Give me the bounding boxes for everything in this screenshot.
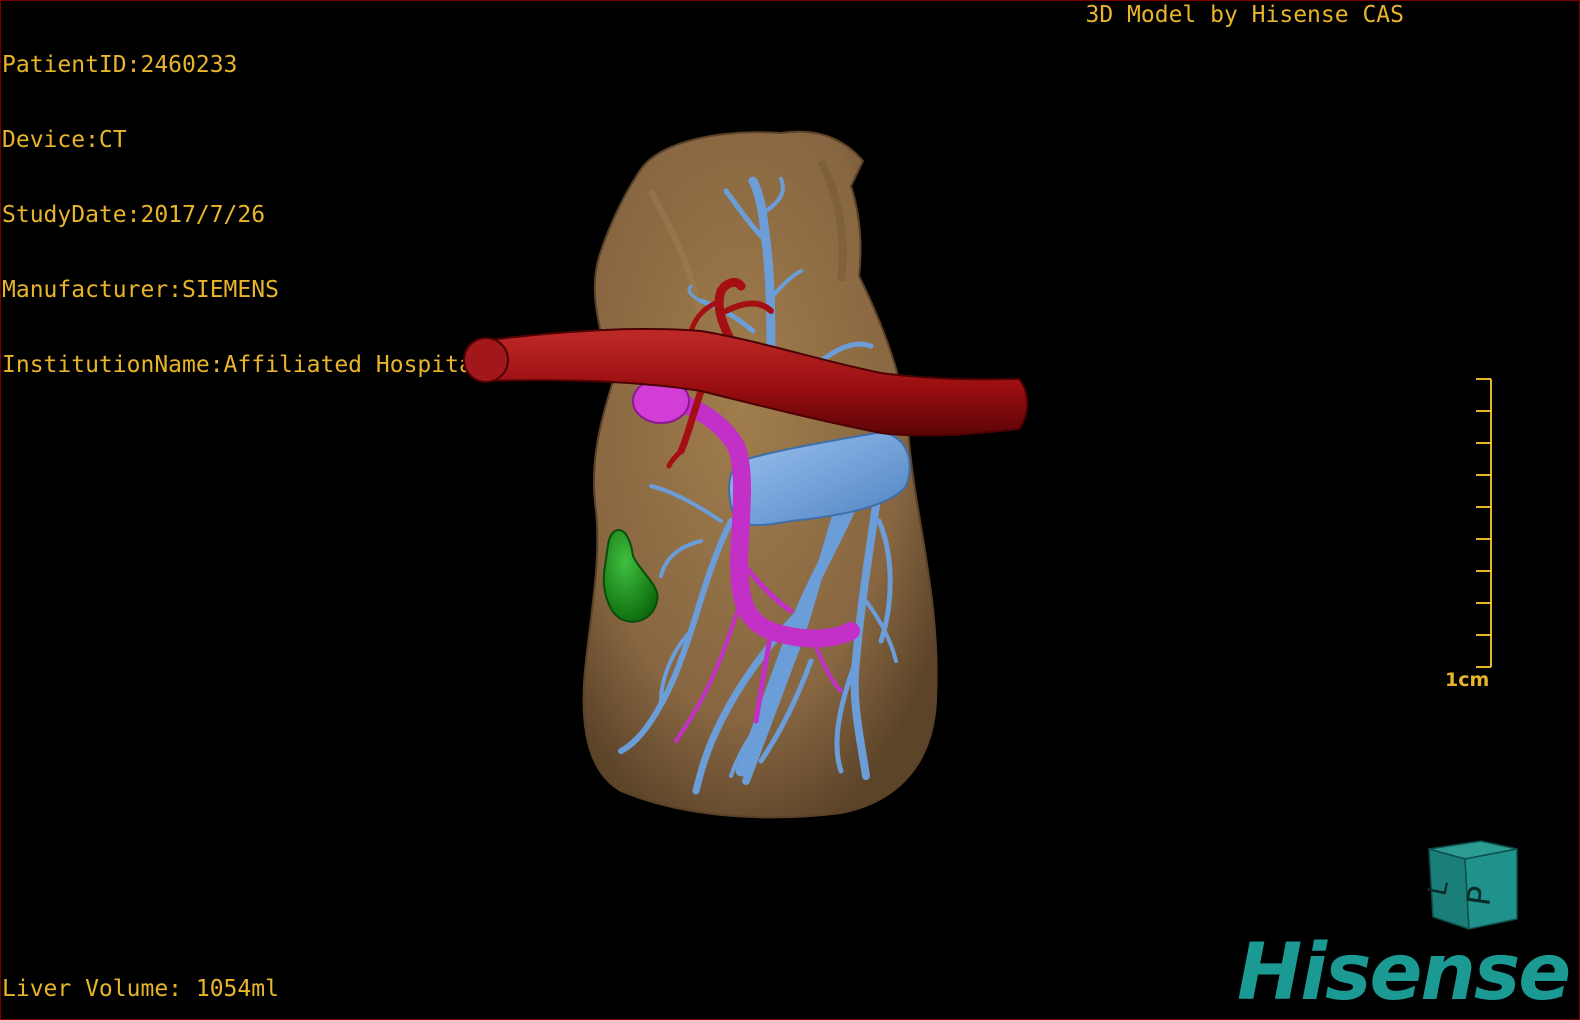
- scale-bar: [1476, 378, 1492, 668]
- liver-3d-model[interactable]: [1, 1, 1580, 1020]
- liver-volume-text: Liver Volume: 1054ml: [2, 976, 279, 1002]
- hisense-logo: Hisense: [1237, 928, 1571, 1018]
- orientation-cube-icon[interactable]: L P: [1419, 837, 1529, 937]
- scale-label: 1cm: [1445, 669, 1490, 691]
- 3d-viewport[interactable]: PatientID:2460233 Device:CT StudyDate:20…: [0, 0, 1580, 1020]
